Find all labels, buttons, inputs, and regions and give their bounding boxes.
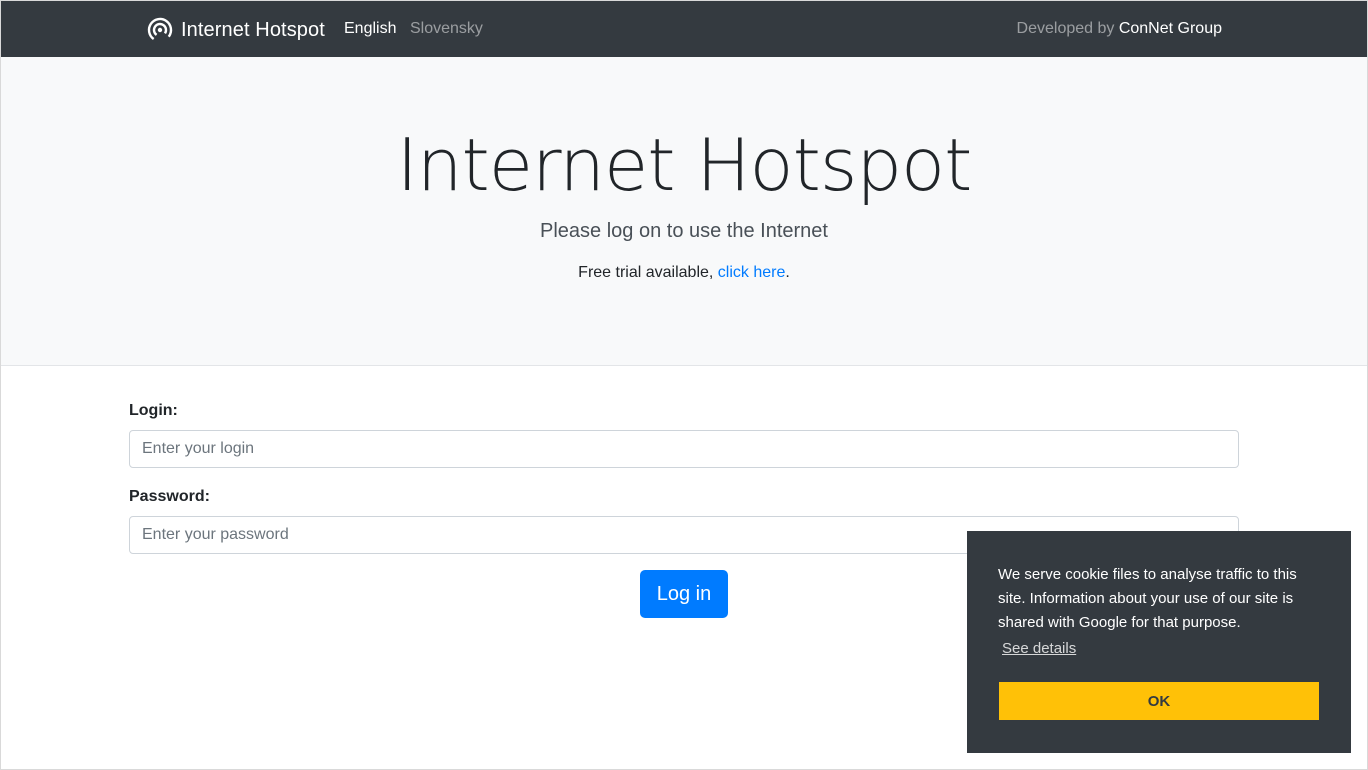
free-trial-link[interactable]: click here <box>718 264 786 281</box>
language-english-link[interactable]: English <box>344 20 396 38</box>
cookie-details-link[interactable]: See details <box>1002 640 1076 657</box>
developed-by-text: Developed by <box>1016 20 1115 37</box>
log-in-button[interactable]: Log in <box>640 570 728 618</box>
hero-subtitle: Please log on to use the Internet <box>540 220 828 242</box>
top-navbar: Internet Hotspot English Slovensky Devel… <box>1 1 1367 57</box>
cookie-message: We serve cookie files to analyse traffic… <box>998 566 1297 631</box>
language-slovensky-link[interactable]: Slovensky <box>410 20 483 38</box>
free-trial-text: Free trial available, click here. <box>1 264 1367 282</box>
hotspot-signal-icon <box>147 17 173 43</box>
brand-name: Internet Hotspot <box>181 18 325 41</box>
login-input[interactable] <box>129 430 1239 468</box>
login-label: Login: <box>129 402 178 419</box>
developer-credit: Developed by ConNet Group <box>1017 20 1222 38</box>
developer-link[interactable]: ConNet Group <box>1119 20 1222 37</box>
hero-section: Internet Hotspot Please log on to use th… <box>1 57 1367 366</box>
free-trial-prefix: Free trial available, <box>578 264 714 281</box>
free-trial-suffix: . <box>785 264 790 281</box>
page-title: Internet Hotspot <box>396 123 973 207</box>
cookie-banner: We serve cookie files to analyse traffic… <box>967 531 1351 753</box>
cookie-ok-button[interactable]: OK <box>999 682 1319 720</box>
brand-link[interactable]: Internet Hotspot <box>147 15 325 45</box>
password-label: Password: <box>129 488 210 505</box>
